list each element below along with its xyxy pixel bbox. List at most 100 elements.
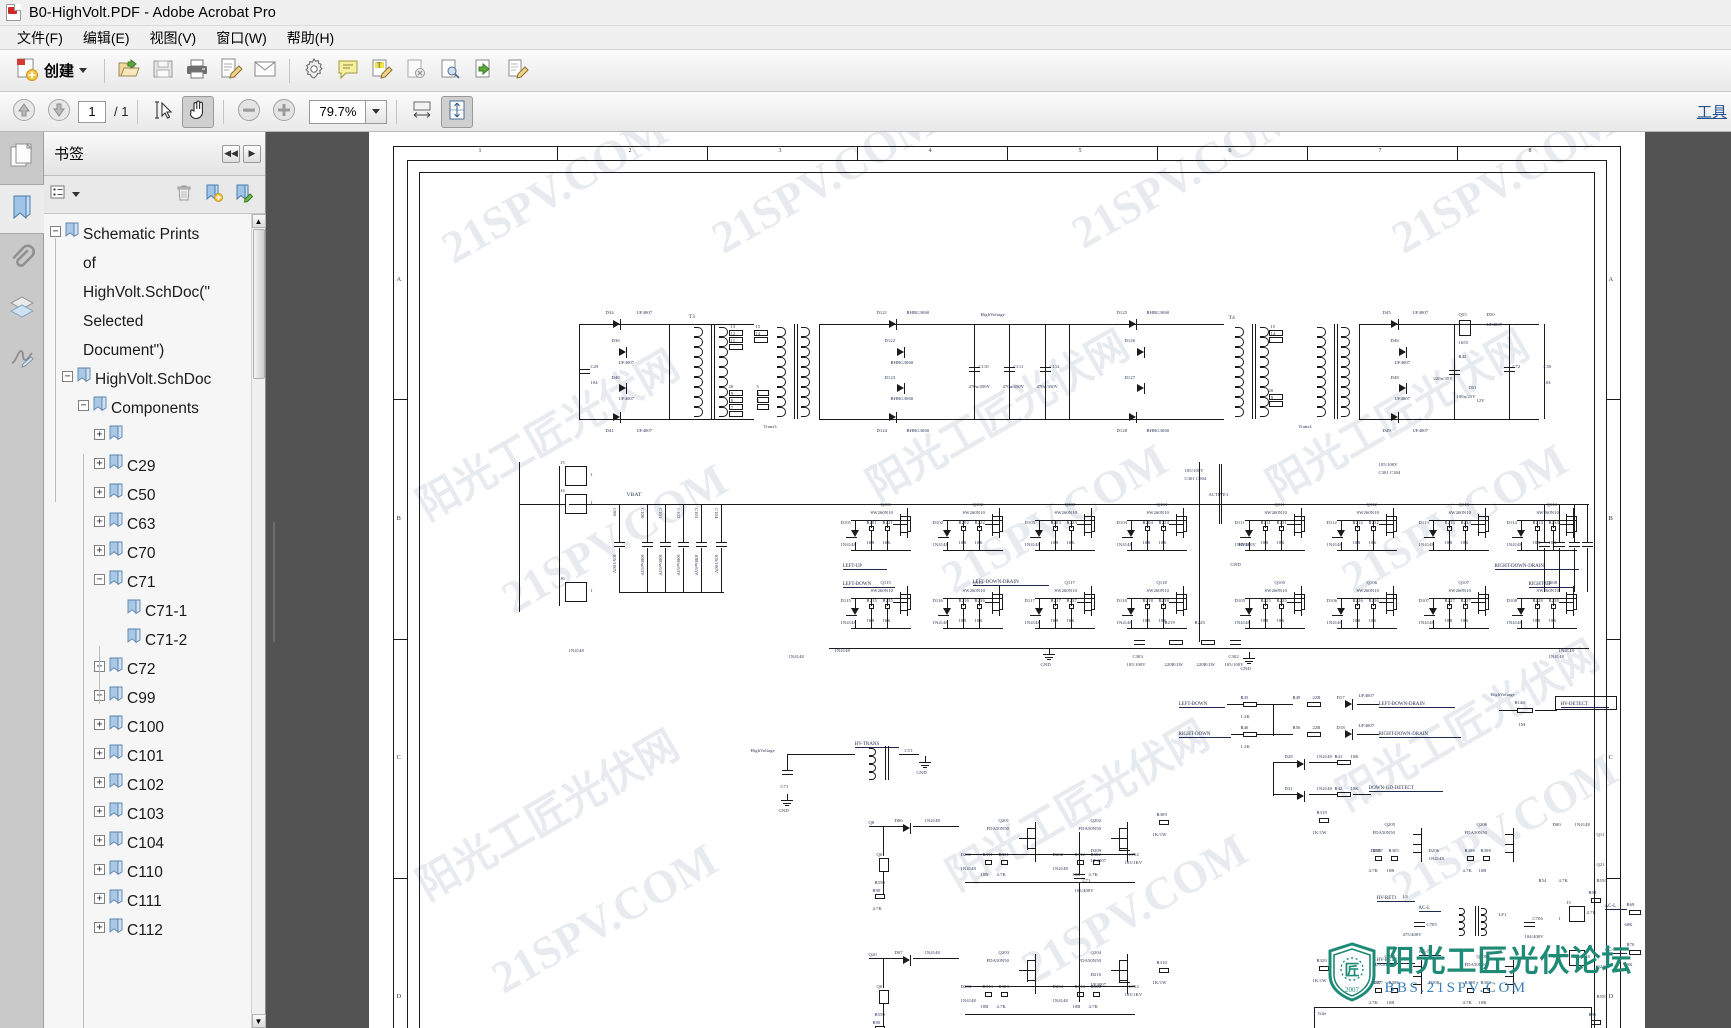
tree-expand-toggle[interactable]: + <box>94 893 105 904</box>
export-page-button[interactable] <box>468 55 500 87</box>
bookmark-c71-1-label[interactable]: C71-1 <box>145 597 187 626</box>
bookmark-schematic-prints-label[interactable]: Schematic Prints of HighVolt.SchDoc("Sel… <box>83 220 215 365</box>
document-viewport[interactable]: 21SPV.COM 21SPV.COM 21SPV.COM 21SPV.COM 阳光工匠… <box>282 132 1731 1028</box>
page-number-input[interactable]: 1 <box>78 100 106 123</box>
bookmark-row[interactable]: + C72 <box>50 655 249 684</box>
edit-page-button[interactable] <box>502 55 534 87</box>
settings-button[interactable] <box>298 55 330 87</box>
save-button[interactable] <box>147 55 179 87</box>
rail-layers[interactable] <box>0 284 44 334</box>
menu-window[interactable]: 窗口(W) <box>207 26 276 50</box>
tree-collapse-toggle[interactable]: − <box>94 574 105 585</box>
bookmark-c100-label[interactable]: C100 <box>127 713 164 742</box>
bookmark-c63-label[interactable]: C63 <box>127 510 155 539</box>
bookmark-c104-label[interactable]: C104 <box>127 829 164 858</box>
tree-expand-toggle[interactable]: + <box>94 835 105 846</box>
bookmark-row[interactable]: − C71 <box>50 568 249 597</box>
rail-signatures[interactable] <box>0 334 44 384</box>
bookmark-row[interactable]: + C70 <box>50 539 249 568</box>
sign-button[interactable] <box>215 55 247 87</box>
scroll-up-arrow[interactable]: ▲ <box>251 214 266 228</box>
zoom-in-button[interactable] <box>268 96 300 128</box>
select-tool-button[interactable] <box>147 96 179 128</box>
bookmark-row[interactable]: + C29 <box>50 452 249 481</box>
tree-collapse-toggle[interactable]: − <box>78 400 89 411</box>
tree-collapse-toggle[interactable]: − <box>62 371 73 382</box>
edit-bookmark-button[interactable] <box>231 182 257 208</box>
bookmark-c102-label[interactable]: C102 <box>127 771 164 800</box>
bookmark-c70-label[interactable]: C70 <box>127 539 155 568</box>
bookmark-row[interactable]: + C99 <box>50 684 249 713</box>
bookmark-c72-label[interactable]: C72 <box>127 655 155 684</box>
collapse-panel-button[interactable]: ◀◀ <box>222 144 240 163</box>
bookmarks-scrollbar[interactable]: ▲ ▼ <box>251 214 266 1028</box>
bookmark-options-button[interactable] <box>50 182 80 208</box>
tree-collapse-toggle[interactable]: − <box>50 226 61 237</box>
bookmark-row[interactable]: + C101 <box>50 742 249 771</box>
previous-page-button[interactable] <box>8 96 40 128</box>
sticky-note-button[interactable] <box>332 55 364 87</box>
bookmark-row[interactable]: C71-1 <box>50 597 249 626</box>
tree-expand-toggle[interactable]: + <box>94 864 105 875</box>
delete-page-button[interactable] <box>400 55 432 87</box>
bookmark-c71-label[interactable]: C71 <box>127 568 155 597</box>
bookmark-row[interactable]: + C50 <box>50 481 249 510</box>
fit-width-button[interactable] <box>406 96 438 128</box>
tree-expand-toggle[interactable]: + <box>94 806 105 817</box>
menu-edit[interactable]: 编辑(E) <box>74 26 139 50</box>
menu-help[interactable]: 帮助(H) <box>278 26 343 50</box>
scroll-down-arrow[interactable]: ▼ <box>251 1014 266 1028</box>
fit-page-button[interactable] <box>441 95 474 128</box>
bookmark-row[interactable]: + C102 <box>50 771 249 800</box>
highlight-text-button[interactable]: T <box>366 55 398 87</box>
tree-expand-toggle[interactable]: + <box>94 922 105 933</box>
bookmark-c50-label[interactable]: C50 <box>127 481 155 510</box>
tree-expand-toggle[interactable]: + <box>94 516 105 527</box>
scroll-thumb[interactable] <box>252 229 265 379</box>
tree-expand-toggle[interactable]: + <box>94 458 105 469</box>
bookmark-row[interactable]: + C110 <box>50 858 249 887</box>
zoom-level-input[interactable]: 79.7% <box>309 99 366 124</box>
tools-link[interactable]: 工具 <box>1697 101 1727 122</box>
next-page-button[interactable] <box>43 96 75 128</box>
bookmark-row[interactable]: + C104 <box>50 829 249 858</box>
bookmark-c110-label[interactable]: C110 <box>127 858 163 887</box>
bookmark-row[interactable]: + C100 <box>50 713 249 742</box>
expand-panel-button[interactable]: ▶ <box>243 144 261 163</box>
bookmark-c111-label[interactable]: C111 <box>127 887 162 916</box>
bookmark-row[interactable]: C71-2 <box>50 626 249 655</box>
bookmark-c101-label[interactable]: C101 <box>127 742 164 771</box>
bookmark-c71-2-label[interactable]: C71-2 <box>145 626 187 655</box>
rail-bookmarks[interactable] <box>0 184 44 234</box>
hand-tool-button[interactable] <box>182 95 215 128</box>
bookmark-c99-label[interactable]: C99 <box>127 684 155 713</box>
bookmark-components-label[interactable]: Components <box>111 394 199 423</box>
menu-view[interactable]: 视图(V) <box>141 26 206 50</box>
bookmark-row[interactable]: + C63 <box>50 510 249 539</box>
bookmark-c112-label[interactable]: C112 <box>127 916 163 945</box>
tree-expand-toggle[interactable]: + <box>94 487 105 498</box>
zoom-dropdown-button[interactable] <box>365 99 388 124</box>
bookmark-c29-label[interactable]: C29 <box>127 452 155 481</box>
tree-expand-toggle[interactable]: + <box>94 429 105 440</box>
bookmark-row[interactable]: + C111 <box>50 887 249 916</box>
open-button[interactable] <box>113 55 145 87</box>
tree-expand-toggle[interactable]: + <box>94 719 105 730</box>
panel-splitter[interactable] <box>266 132 282 1028</box>
tree-expand-toggle[interactable]: + <box>94 748 105 759</box>
zoom-out-button[interactable] <box>233 96 265 128</box>
bookmark-row[interactable]: + C112 <box>50 916 249 945</box>
create-button[interactable]: 创建 <box>8 53 96 88</box>
menu-file[interactable]: 文件(F) <box>8 26 72 50</box>
bookmark-row[interactable]: − Schematic Prints of HighVolt.SchDoc("S… <box>50 220 249 365</box>
bookmark-row[interactable]: − Components <box>50 394 249 423</box>
new-bookmark-button[interactable] <box>201 182 227 208</box>
bookmarks-tree[interactable]: − Schematic Prints of HighVolt.SchDoc("S… <box>44 214 251 1028</box>
bookmark-row[interactable]: + <box>50 423 249 452</box>
rail-pages[interactable] <box>0 134 44 184</box>
delete-bookmark-button[interactable] <box>171 182 197 208</box>
bookmark-highvolt-schdoc-label[interactable]: HighVolt.SchDoc <box>95 365 221 394</box>
bookmark-row[interactable]: − HighVolt.SchDoc <box>50 365 249 394</box>
bookmark-row[interactable]: + C103 <box>50 800 249 829</box>
email-button[interactable] <box>249 55 281 87</box>
